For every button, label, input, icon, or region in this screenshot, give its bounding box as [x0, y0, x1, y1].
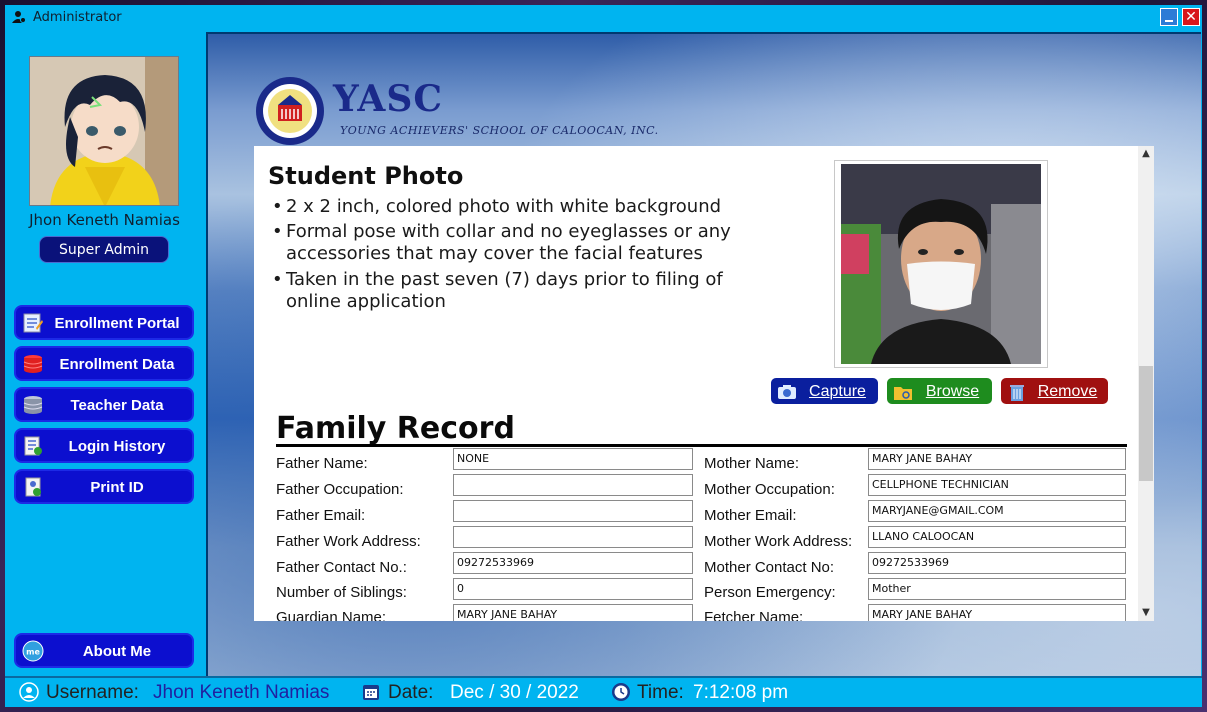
scroll-up-icon[interactable]: ▲	[1138, 146, 1154, 162]
school-logo-icon	[256, 77, 324, 145]
teacher-data-icon	[23, 396, 43, 414]
person-emergency-field[interactable]: Mother	[868, 578, 1126, 600]
admin-user-icon	[12, 11, 26, 23]
browse-label: Browse	[925, 383, 980, 400]
sidebar: Jhon Keneth Namias Super Admin Enrollmen…	[5, 29, 204, 676]
father-work-address-label: Father Work Address:	[276, 533, 421, 550]
fetcher-name-field[interactable]: MARY JANE BAHAY	[868, 604, 1126, 621]
app-window: Administrator ✕ Jhon Keneth Namias Super…	[5, 5, 1202, 707]
browse-button[interactable]: Browse	[885, 376, 994, 406]
minimize-button[interactable]	[1160, 8, 1178, 26]
mother-contact-field[interactable]: 09272533969	[868, 552, 1126, 574]
date-value: Dec / 30 / 2022	[450, 682, 579, 703]
mother-contact-label: Mother Contact No:	[704, 559, 835, 576]
school-tagline: YOUNG ACHIEVERS' SCHOOL OF CALOOCAN, INC…	[340, 124, 659, 137]
mother-email-field[interactable]: MARYJANE@GMAIL.COM	[868, 500, 1126, 522]
close-button[interactable]: ✕	[1182, 8, 1200, 26]
father-name-field[interactable]: NONE	[453, 448, 693, 470]
svg-text:me: me	[26, 648, 40, 657]
username-value: Jhon Keneth Namias	[153, 682, 330, 703]
avatar-image	[30, 57, 178, 205]
vertical-scrollbar[interactable]: ▲ ▼	[1138, 146, 1154, 621]
capture-button[interactable]: Capture	[769, 376, 880, 406]
trash-icon	[1010, 385, 1024, 401]
requirement-item: Taken in the past seven (7) days prior t…	[272, 269, 756, 313]
folder-icon	[894, 387, 912, 400]
nav-print-id[interactable]: Print ID	[14, 469, 194, 504]
id-card-icon	[25, 477, 41, 497]
user-name: Jhon Keneth Namias	[29, 211, 180, 229]
siblings-field[interactable]: 0	[453, 578, 693, 600]
person-emergency-label: Person Emergency:	[704, 584, 836, 601]
mother-occupation-field[interactable]: CELLPHONE TECHNICIAN	[868, 474, 1126, 496]
requirement-item: 2 x 2 inch, colored photo with white bac…	[272, 196, 756, 218]
mother-work-address-field[interactable]: LLANO CALOOCAN	[868, 526, 1126, 548]
nav-label: Enrollment Portal	[54, 315, 180, 332]
father-contact-label: Father Contact No.:	[276, 559, 407, 576]
camera-icon	[778, 385, 796, 399]
father-email-label: Father Email:	[276, 507, 366, 524]
title-bar: Administrator ✕	[5, 5, 1202, 29]
family-record-title: Family Record	[276, 411, 515, 446]
scrollbar-thumb[interactable]	[1139, 366, 1153, 481]
main-content: YASC YOUNG ACHIEVERS' SCHOOL OF CALOOCAN…	[206, 32, 1201, 676]
nav-label: Teacher Data	[70, 397, 164, 414]
fetcher-name-label: Fetcher Name:	[704, 609, 804, 621]
remove-label: Remove	[1037, 383, 1098, 400]
avatar	[29, 56, 179, 206]
date-label: Date:	[388, 682, 434, 703]
role-badge: Super Admin	[39, 236, 169, 263]
about-me-button[interactable]: me About Me	[14, 633, 194, 668]
clock-icon	[612, 683, 630, 701]
father-occupation-label: Father Occupation:	[276, 481, 404, 498]
status-bar: Username: Jhon Keneth Namias Date: Dec /…	[5, 676, 1202, 707]
time-label: Time:	[637, 682, 684, 703]
student-photo-title: Student Photo	[268, 162, 464, 190]
student-photo-frame	[834, 160, 1048, 368]
about-me-label: About Me	[82, 643, 152, 660]
father-occupation-field[interactable]	[453, 474, 693, 496]
enrollment-portal-icon	[23, 313, 43, 333]
user-circle-icon	[19, 682, 39, 702]
username-label: Username:	[46, 682, 139, 703]
mother-name-field[interactable]: MARY JANE BAHAY	[868, 448, 1126, 470]
mother-occupation-label: Mother Occupation:	[704, 481, 835, 498]
father-work-address-field[interactable]	[453, 526, 693, 548]
nav-enrollment-portal[interactable]: Enrollment Portal	[14, 305, 194, 340]
mother-work-address-label: Mother Work Address:	[704, 533, 853, 550]
student-photo	[841, 164, 1041, 364]
mother-name-label: Mother Name:	[704, 455, 800, 472]
time-value: 7:12:08 pm	[693, 682, 789, 703]
father-contact-field[interactable]: 09272533969	[453, 552, 693, 574]
nav-login-history[interactable]: Login History	[14, 428, 194, 463]
login-history-icon	[24, 436, 42, 456]
guardian-name-field[interactable]: MARY JANE BAHAY	[453, 604, 693, 621]
me-icon: me	[22, 640, 44, 662]
siblings-label: Number of Siblings:	[276, 584, 407, 601]
student-photo-image	[841, 164, 1041, 364]
database-icon	[23, 355, 43, 373]
calendar-icon	[363, 685, 379, 700]
capture-label: Capture	[809, 383, 866, 400]
father-name-label: Father Name:	[276, 455, 368, 472]
section-divider	[276, 444, 1127, 447]
guardian-name-label: Guardian Name:	[276, 609, 387, 621]
remove-button[interactable]: Remove	[999, 376, 1110, 406]
scroll-down-icon[interactable]: ▼	[1138, 605, 1154, 621]
school-name: YASC	[333, 78, 443, 120]
requirement-item: Formal pose with collar and no eyeglasse…	[272, 221, 756, 265]
nav-label: Login History	[68, 438, 166, 455]
form-panel: Student Photo 2 x 2 inch, colored photo …	[254, 146, 1154, 621]
window-title: Administrator	[33, 10, 122, 25]
nav-label: Enrollment Data	[59, 356, 175, 373]
nav-teacher-data[interactable]: Teacher Data	[14, 387, 194, 422]
mother-email-label: Mother Email:	[704, 507, 797, 524]
nav-enrollment-data[interactable]: Enrollment Data	[14, 346, 194, 381]
nav-label: Print ID	[90, 479, 144, 496]
father-email-field[interactable]	[453, 500, 693, 522]
